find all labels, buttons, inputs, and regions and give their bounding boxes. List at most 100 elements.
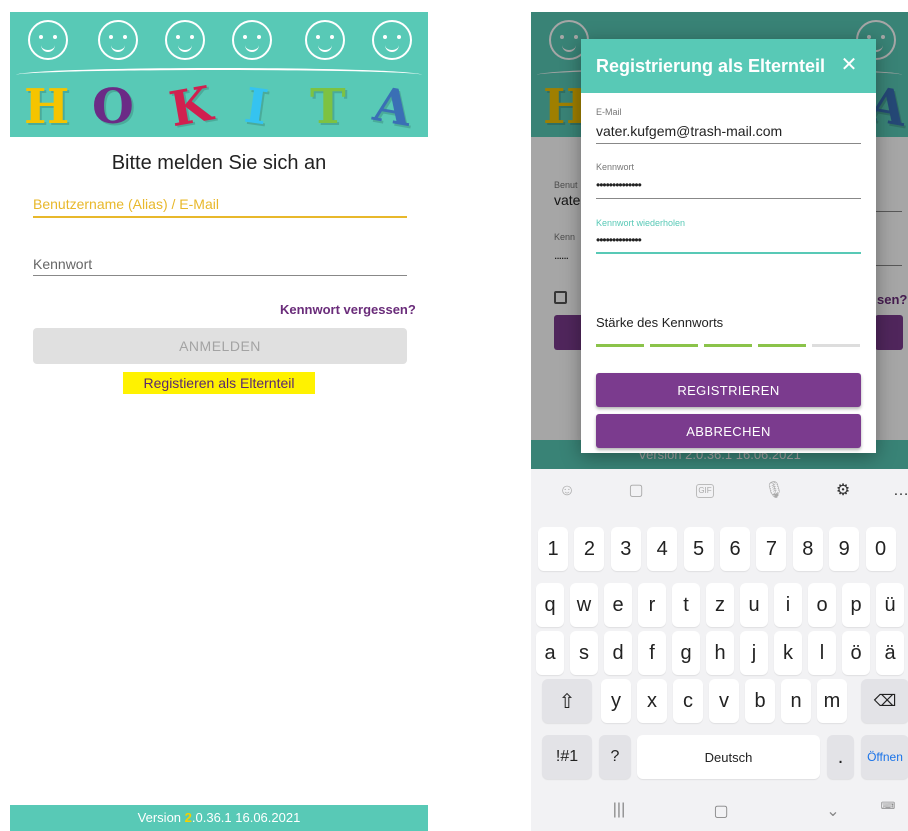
key-l[interactable]: l — [808, 631, 836, 675]
key-ö[interactable]: ö — [842, 631, 870, 675]
symbols-key[interactable]: !#1 — [542, 735, 592, 779]
key-j[interactable]: j — [740, 631, 768, 675]
backspace-key[interactable]: ⌫ — [861, 679, 908, 723]
version-footer: Version 2.0.36.1 16.06.2021 — [10, 805, 428, 831]
strength-segment — [812, 344, 860, 347]
kid-face-icon — [372, 20, 412, 60]
password-repeat-label: Kennwort wiederholen — [596, 218, 686, 228]
username-field[interactable]: Benutzername (Alias) / E-Mail — [33, 196, 219, 212]
password-field[interactable]: •••••••••••••• — [596, 178, 642, 192]
key-t[interactable]: t — [672, 583, 700, 627]
shift-key[interactable]: ⇧ — [542, 679, 592, 723]
key-q[interactable]: q — [536, 583, 564, 627]
key-m[interactable]: m — [817, 679, 847, 723]
keyboard-switch-icon[interactable]: ⌨ — [876, 801, 900, 812]
key-0[interactable]: 0 — [865, 527, 896, 571]
key-b[interactable]: b — [745, 679, 775, 723]
password-underline — [33, 275, 407, 276]
key-z[interactable]: z — [706, 583, 734, 627]
key-p[interactable]: p — [842, 583, 870, 627]
email-field[interactable]: vater.kufgem@trash-mail.com — [596, 123, 782, 139]
period-key[interactable]: . — [827, 735, 854, 779]
kid-face-icon — [305, 20, 345, 60]
key-ä[interactable]: ä — [876, 631, 904, 675]
key-a[interactable]: a — [536, 631, 564, 675]
kid-face-icon — [165, 20, 205, 60]
key-k[interactable]: k — [774, 631, 802, 675]
login-button[interactable]: ANMELDEN — [33, 328, 407, 364]
key-w[interactable]: w — [570, 583, 598, 627]
emoji-icon[interactable]: ☺ — [557, 481, 577, 501]
key-d[interactable]: d — [604, 631, 632, 675]
username-underline — [33, 216, 407, 218]
registration-screen: H A Benut vate Kenn ...... sen? Version … — [531, 12, 908, 831]
strength-segment — [650, 344, 698, 347]
logo-letter: I — [241, 77, 272, 137]
kid-face-icon — [28, 20, 68, 60]
version-major: 2 — [184, 810, 192, 825]
key-3[interactable]: 3 — [610, 527, 641, 571]
key-i[interactable]: i — [774, 583, 802, 627]
key-c[interactable]: c — [673, 679, 703, 723]
key-o[interactable]: o — [808, 583, 836, 627]
sticker-icon[interactable]: ▢ — [626, 481, 646, 501]
close-icon[interactable]: ✕ — [838, 54, 860, 76]
key-1[interactable]: 1 — [538, 527, 568, 571]
recent-apps-icon[interactable]: ||| — [607, 801, 631, 819]
key-y[interactable]: y — [601, 679, 631, 723]
register-parent-link[interactable]: Registieren als Elternteil — [123, 372, 315, 394]
key-9[interactable]: 9 — [829, 527, 860, 571]
hokita-logo-banner: H O K I T A — [10, 12, 428, 137]
holding-hands-line — [16, 68, 422, 82]
logo-letter: O — [92, 79, 134, 135]
key-e[interactable]: e — [604, 583, 632, 627]
logo-letter: K — [165, 75, 217, 137]
home-icon[interactable]: ▢ — [709, 801, 733, 821]
key-4[interactable]: 4 — [647, 527, 678, 571]
more-icon[interactable]: … — [891, 481, 908, 501]
login-screen: H O K I T A Bitte melden Sie sich an Ben… — [10, 12, 428, 831]
key-7[interactable]: 7 — [756, 527, 787, 571]
forgot-password-link[interactable]: Kennwort vergessen? — [280, 302, 416, 317]
key-x[interactable]: x — [637, 679, 667, 723]
kid-face-icon — [98, 20, 138, 60]
strength-label: Stärke des Kennworts — [596, 315, 724, 330]
key-ü[interactable]: ü — [876, 583, 904, 627]
version-rest: .0.36.1 16.06.2021 — [191, 810, 301, 825]
password-label: Kennwort — [596, 162, 635, 172]
password-field[interactable]: Kennwort — [33, 256, 92, 272]
action-key[interactable]: Öffnen — [861, 735, 908, 779]
key-5[interactable]: 5 — [683, 527, 714, 571]
space-key[interactable]: Deutsch — [637, 735, 820, 779]
page-title: Bitte melden Sie sich an — [111, 152, 327, 174]
logo-letter: H — [24, 79, 70, 135]
key-n[interactable]: n — [781, 679, 811, 723]
gear-icon[interactable]: ⚙ — [833, 481, 853, 501]
key-6[interactable]: 6 — [720, 527, 750, 571]
mic-icon[interactable]: 🎙 — [764, 481, 784, 501]
cancel-button[interactable]: ABBRECHEN — [596, 414, 861, 448]
key-h[interactable]: h — [706, 631, 734, 675]
question-key[interactable]: ? — [599, 735, 631, 779]
register-button[interactable]: REGISTRIEREN — [596, 373, 861, 407]
system-navbar: ||| ▢ ⌄ ⌨ — [531, 793, 908, 831]
strength-segment — [704, 344, 752, 347]
logo-letter: A — [369, 76, 416, 137]
strength-segment — [758, 344, 806, 347]
kid-face-icon — [232, 20, 272, 60]
key-s[interactable]: s — [570, 631, 598, 675]
key-u[interactable]: u — [740, 583, 768, 627]
email-underline — [596, 143, 861, 144]
hide-keyboard-icon[interactable]: ⌄ — [821, 801, 845, 821]
email-label: E-Mail — [596, 107, 622, 117]
gif-icon[interactable]: GIF — [696, 484, 714, 498]
key-f[interactable]: f — [638, 631, 666, 675]
password-underline — [596, 198, 861, 199]
password-repeat-underline — [596, 252, 861, 254]
key-v[interactable]: v — [709, 679, 739, 723]
password-repeat-field[interactable]: •••••••••••••• — [596, 233, 642, 247]
key-g[interactable]: g — [672, 631, 700, 675]
key-2[interactable]: 2 — [574, 527, 605, 571]
key-r[interactable]: r — [638, 583, 666, 627]
key-8[interactable]: 8 — [792, 527, 823, 571]
